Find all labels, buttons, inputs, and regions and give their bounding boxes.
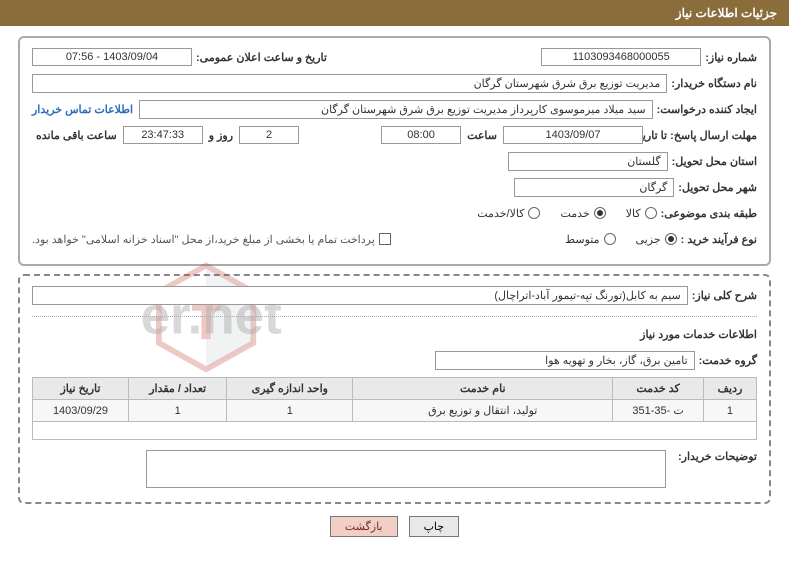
radio-service[interactable]	[594, 207, 606, 219]
countdown-value: 23:47:33	[123, 126, 203, 144]
city-label: شهر محل تحویل:	[678, 181, 757, 194]
request-number-value: 1103093468000055	[541, 48, 701, 66]
payment-note: پرداخت تمام یا بخشی از مبلغ خرید،از محل …	[32, 233, 375, 246]
footer-buttons: چاپ بازگشت	[18, 516, 771, 537]
need-panel: شرح کلی نیاز: سیم به کابل(تورنگ تپه-تیمو…	[18, 274, 771, 504]
radio-goods-group[interactable]: کالا	[626, 207, 657, 220]
request-number-label: شماره نیاز:	[705, 51, 757, 64]
th-unit: واحد اندازه گیری	[227, 378, 353, 400]
general-desc-label: شرح کلی نیاز:	[692, 289, 757, 302]
radio-medium[interactable]	[604, 233, 616, 245]
th-name: نام خدمت	[353, 378, 613, 400]
process-type-label: نوع فرآیند خرید :	[681, 233, 757, 246]
cell-unit: 1	[227, 400, 353, 422]
buyer-device-label: نام دستگاه خریدار:	[671, 77, 757, 90]
services-info-label: اطلاعات خدمات مورد نیاز	[640, 328, 757, 341]
payment-checkbox[interactable]	[379, 233, 391, 245]
radio-both-label: کالا/خدمت	[477, 207, 524, 220]
cell-date: 1403/09/29	[33, 400, 129, 422]
buyer-contact-link[interactable]: اطلاعات تماس خریدار	[32, 103, 133, 116]
radio-medium-label: متوسط	[565, 233, 600, 246]
radio-service-label: خدمت	[560, 207, 589, 220]
announce-label: تاریخ و ساعت اعلان عمومی:	[196, 51, 327, 64]
table-row	[33, 422, 757, 440]
remaining-suffix: ساعت باقی مانده	[36, 129, 117, 142]
th-date: تاریخ نیاز	[33, 378, 129, 400]
th-qty: تعداد / مقدار	[128, 378, 226, 400]
cell-name: تولید، انتقال و توزیع برق	[353, 400, 613, 422]
announce-value: 1403/09/04 - 07:56	[32, 48, 192, 66]
service-group-label: گروه خدمت:	[699, 354, 757, 367]
subject-class-label: طبقه بندی موضوعی:	[661, 207, 757, 220]
radio-both-group[interactable]: کالا/خدمت	[477, 207, 540, 220]
th-row: ردیف	[703, 378, 756, 400]
radio-partial[interactable]	[665, 233, 677, 245]
province-label: استان محل تحویل:	[672, 155, 757, 168]
general-desc-value: سیم به کابل(تورنگ تپه-تیمور آباد-اتراچال…	[32, 286, 688, 305]
deadline-date: 1403/09/07	[503, 126, 643, 144]
header-title: جزئیات اطلاعات نیاز	[676, 6, 777, 20]
info-panel: شماره نیاز: 1103093468000055 تاریخ و ساع…	[18, 36, 771, 266]
cell-qty: 1	[128, 400, 226, 422]
radio-partial-label: جزیی	[636, 233, 661, 246]
radio-goods[interactable]	[645, 207, 657, 219]
buyer-desc-label: توضیحات خریدار:	[678, 450, 757, 463]
services-table: ردیف کد خدمت نام خدمت واحد اندازه گیری ت…	[32, 377, 757, 440]
radio-both[interactable]	[528, 207, 540, 219]
province-value: گلستان	[508, 152, 668, 171]
radio-partial-group[interactable]: جزیی	[636, 233, 677, 246]
city-value: گرگان	[514, 178, 674, 197]
time-label: ساعت	[467, 129, 497, 142]
days-suffix: روز و	[209, 129, 233, 142]
print-button[interactable]: چاپ	[409, 516, 460, 537]
requester-label: ایجاد کننده درخواست:	[657, 103, 757, 116]
panel-header: جزئیات اطلاعات نیاز	[0, 0, 789, 26]
service-group-value: تامین برق، گاز، بخار و تهویه هوا	[435, 351, 695, 370]
cell-row: 1	[703, 400, 756, 422]
buyer-device-value: مدیریت توزیع برق شرق شهرستان گرگان	[32, 74, 667, 93]
deadline-label: مهلت ارسال پاسخ: تا تاریخ:	[647, 129, 757, 142]
buyer-desc-box	[146, 450, 666, 488]
days-count: 2	[239, 126, 299, 144]
cell-code: ت -35-351	[613, 400, 704, 422]
radio-medium-group[interactable]: متوسط	[565, 233, 616, 246]
back-button[interactable]: بازگشت	[330, 516, 398, 537]
table-row: 1 ت -35-351 تولید، انتقال و توزیع برق 1 …	[33, 400, 757, 422]
radio-goods-label: کالا	[626, 207, 641, 220]
th-code: کد خدمت	[613, 378, 704, 400]
radio-service-group[interactable]: خدمت	[560, 207, 605, 220]
requester-value: سید میلاد میرموسوی کارپرداز مدیریت توزیع…	[139, 100, 653, 119]
deadline-time: 08:00	[381, 126, 461, 144]
